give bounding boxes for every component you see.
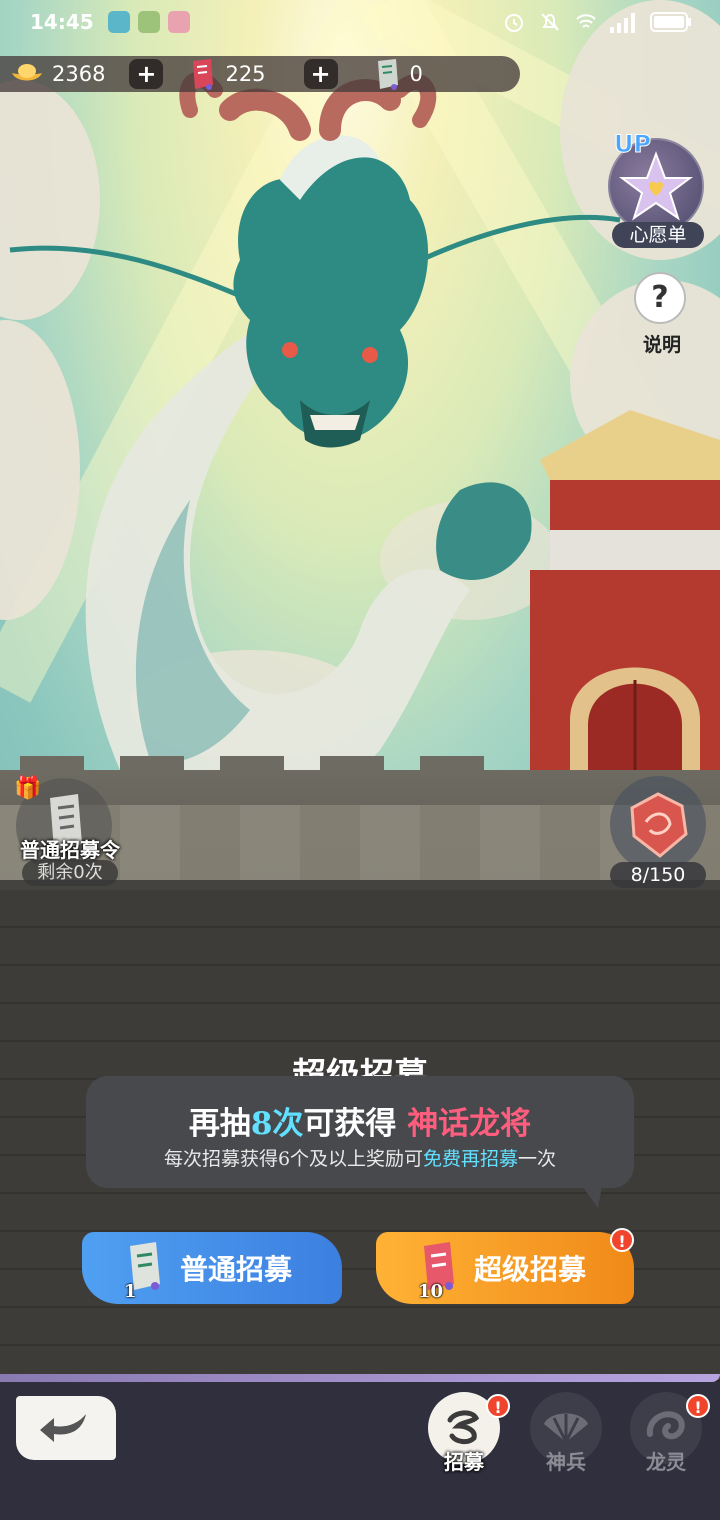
up-badge: UP (613, 130, 652, 159)
pity-mid: 可获得 (303, 1106, 397, 1142)
add-super-ticket-button[interactable]: + (303, 59, 338, 89)
status-bar: 14:45 (0, 0, 720, 44)
dragon-token-widget[interactable]: 8/150 (606, 776, 710, 888)
normal-cost-amount: 1 (124, 1281, 137, 1302)
info-panel-tail (582, 1186, 602, 1208)
free-highlight: 免费再招募 (423, 1148, 519, 1170)
super-ticket-amount: 225 (225, 62, 266, 86)
nav-border (0, 1374, 720, 1382)
back-arrow-icon (40, 1414, 86, 1442)
gold-currency: 2368 (10, 56, 105, 92)
super-recruit-button[interactable]: 10 超级招募 (376, 1232, 634, 1304)
wishlist-button[interactable]: UP 心愿单 (606, 130, 706, 248)
back-button[interactable] (16, 1396, 116, 1460)
tab-weapons-label: 神兵 (546, 1450, 586, 1474)
tab-dragon-spirit[interactable]: 龙灵 ! (624, 1392, 710, 1482)
tab-dragon-spirit-alert-badge: ! (686, 1394, 710, 1418)
ticket-remaining: 剩余0次 (22, 860, 118, 886)
battery-icon (650, 12, 691, 32)
pity-prefix: 再抽 (188, 1106, 251, 1142)
super-recruit-label: 超级招募 (474, 1253, 587, 1286)
notification-app-icon (167, 11, 190, 33)
add-gold-button[interactable]: + (129, 59, 164, 89)
gift-icon: 🎁 (14, 776, 42, 801)
help-button[interactable]: ? (634, 272, 686, 324)
pity-info: 再抽8次可获得 神话龙将 (0, 1098, 720, 1143)
free-suffix: 一次 (518, 1148, 557, 1170)
ticket-name: 普通招募令 (20, 838, 120, 862)
gold-ingot-icon (12, 64, 42, 81)
super-recruit-alert-badge: ! (610, 1228, 634, 1252)
notification-app-icon (137, 11, 160, 33)
tab-recruit-label: 招募 (444, 1450, 484, 1474)
normal-recruit-label: 普通招募 (180, 1253, 293, 1286)
status-time: 14:45 (30, 10, 94, 34)
normal-recruit-ticket-icon (377, 59, 398, 90)
alarm-icon (505, 14, 523, 32)
tab-recruit[interactable]: 招募 ! (422, 1392, 510, 1482)
help-label: 说明 (642, 334, 681, 356)
normal-ticket-currency: 0 (372, 56, 423, 92)
tab-recruit-alert-badge: ! (486, 1394, 510, 1418)
free-recruit-info: 每次招募获得6个及以上奖励可免费再招募一次 (0, 1144, 720, 1171)
wishlist-label: 心愿单 (612, 222, 704, 248)
normal-ticket-amount: 0 (409, 62, 423, 86)
token-icon-bg (610, 776, 706, 872)
super-ticket-cost: 10 (416, 1240, 460, 1302)
token-progress: 8/150 (610, 862, 706, 888)
normal-recruit-ticket-widget[interactable]: 🎁 普通招募令 剩余0次 (10, 776, 130, 888)
notification-app-icon (107, 11, 130, 33)
wifi-icon (576, 14, 596, 28)
normal-ticket-cost: 1 (122, 1240, 166, 1302)
signal-icon (610, 13, 635, 33)
super-recruit-ticket-icon (193, 59, 214, 90)
super-ticket-currency: 225 (187, 56, 266, 92)
tab-weapons[interactable]: 神兵 (524, 1392, 608, 1482)
free-prefix: 每次招募获得6个及以上奖励可 (163, 1148, 424, 1170)
mute-icon (541, 13, 559, 31)
pity-reward: 神话龙将 (407, 1106, 532, 1142)
gold-amount: 2368 (52, 62, 106, 86)
super-cost-amount: 10 (418, 1281, 444, 1302)
currency-bar: 2368 + 225 + 0 (0, 56, 520, 92)
pity-count: 8次 (250, 1106, 304, 1142)
tab-dragon-spirit-label: 龙灵 (646, 1450, 686, 1474)
dragon-crystal-icon (630, 792, 688, 858)
normal-recruit-button[interactable]: 1 普通招募 (82, 1232, 342, 1304)
